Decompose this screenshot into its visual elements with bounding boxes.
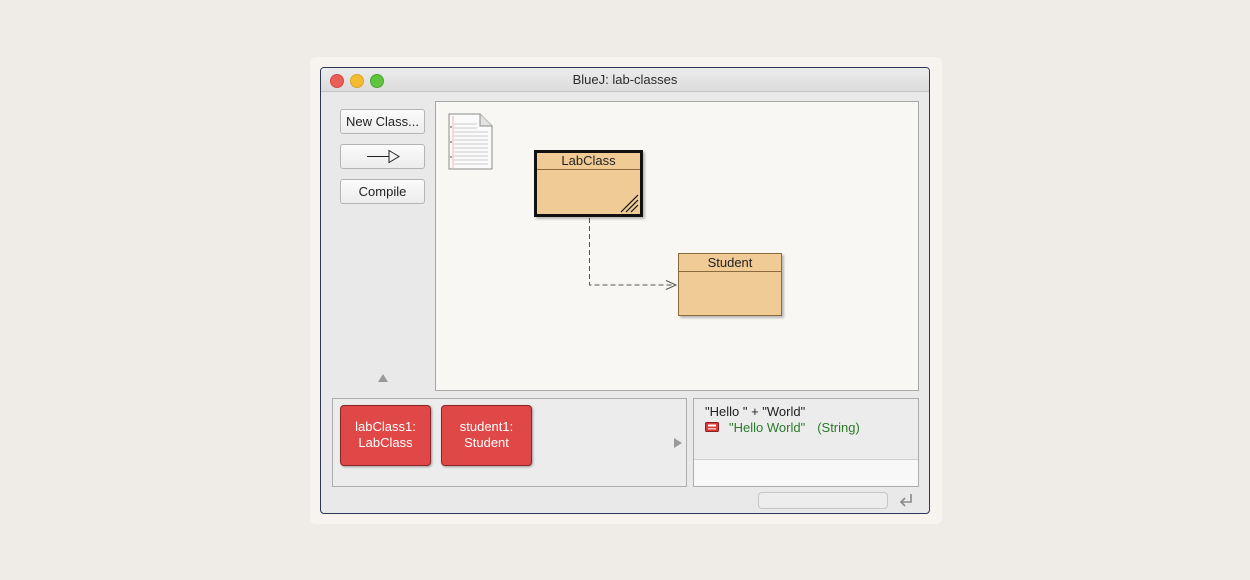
result-type: (String) (817, 420, 860, 435)
object-labclass1[interactable]: labClass1: LabClass (340, 405, 431, 466)
object-reference-icon[interactable] (705, 422, 719, 433)
title-bar[interactable]: BlueJ: lab-classes (321, 68, 929, 92)
object-bench: labClass1: LabClass student1: Student (332, 398, 687, 487)
collapse-up-icon[interactable] (377, 373, 389, 383)
codepad-input[interactable] (694, 459, 918, 486)
new-class-button[interactable]: New Class... (340, 109, 425, 134)
uncompiled-hatch-icon (620, 194, 639, 213)
uses-arrow-button[interactable] (340, 144, 425, 169)
codepad: "Hello " + "World" "Hello World" (String) (693, 398, 919, 487)
return-arrow-icon[interactable] (897, 491, 915, 507)
codepad-result: "Hello World" (String) (729, 420, 860, 435)
class-labclass[interactable]: LabClass (534, 150, 643, 217)
result-value: "Hello World" (729, 420, 806, 435)
object-instance-name: student1: (459, 419, 514, 434)
compile-button[interactable]: Compile (340, 179, 425, 204)
scroll-right-icon[interactable] (673, 437, 683, 449)
dependency-arrow (589, 218, 678, 290)
object-class-name: Student (464, 435, 509, 450)
object-class-name: LabClass (358, 435, 413, 450)
window-title: BlueJ: lab-classes (572, 72, 678, 87)
class-name: Student (679, 254, 781, 272)
object-instance-name: labClass1: (355, 419, 416, 434)
bluej-window: BlueJ: lab-classes New Class... Compile (320, 67, 930, 514)
class-name: LabClass (537, 153, 640, 170)
class-diagram-canvas[interactable]: LabClass Student (435, 101, 919, 391)
status-field (758, 492, 888, 509)
object-student1[interactable]: student1: Student (441, 405, 532, 466)
class-student[interactable]: Student (678, 253, 782, 316)
inheritance-arrow-icon (367, 149, 400, 164)
codepad-expression: "Hello " + "World" (705, 404, 806, 419)
